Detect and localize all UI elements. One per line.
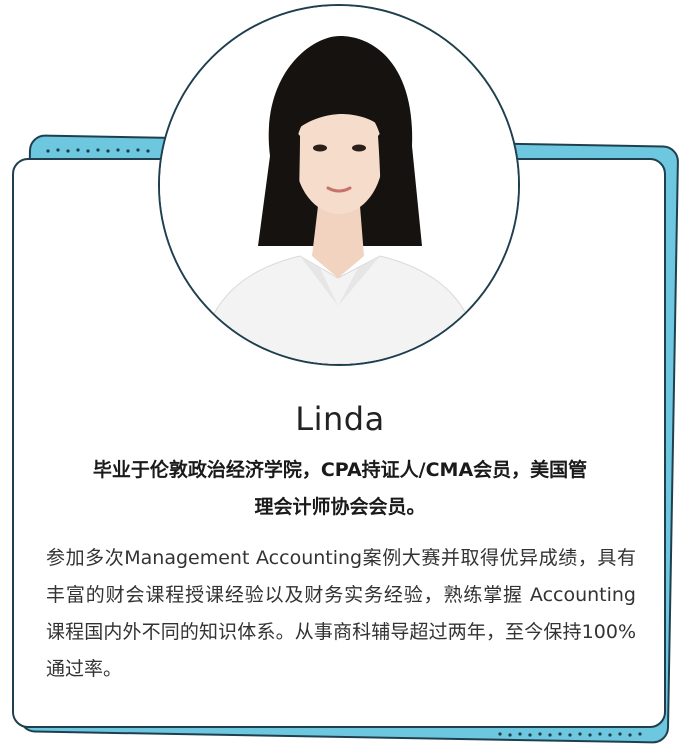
avatar xyxy=(158,4,520,366)
decorative-dots-top xyxy=(46,148,150,153)
person-bio: 参加多次Management Accounting案例大赛并取得优异成绩，具有丰… xyxy=(46,547,636,680)
person-name: Linda xyxy=(295,400,385,438)
profile-card-stage: Linda 毕业于伦敦政治经济学院，CPA持证人/CMA会员，美国管理会计师协会… xyxy=(0,0,680,750)
portrait-photo-icon xyxy=(160,6,518,364)
decorative-dots-bottom xyxy=(498,732,642,737)
person-title: 毕业于伦敦政治经济学院，CPA持证人/CMA会员，美国管理会计师协会会员。 xyxy=(92,459,588,518)
